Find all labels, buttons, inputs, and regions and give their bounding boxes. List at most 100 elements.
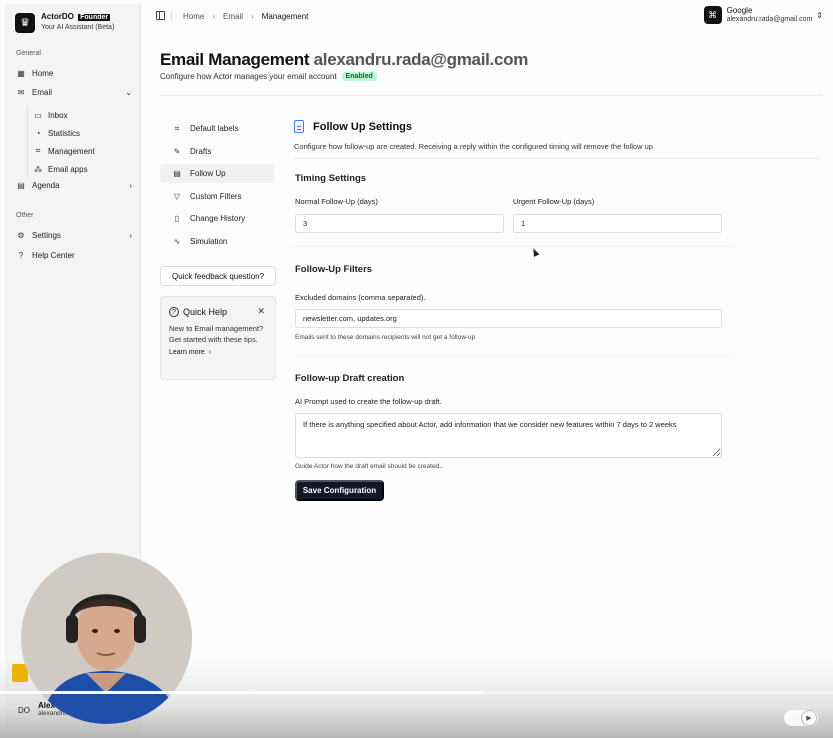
help-circle-icon: ? (169, 307, 179, 317)
subnav-default-labels[interactable]: ⌗ Default labels (160, 119, 274, 138)
top-bar: Home › Email › Management ⌘ Google alexa… (141, 0, 833, 34)
page-title-email: alexandru.rada@gmail.com (313, 50, 529, 69)
quick-help-title: Quick Help (183, 307, 228, 317)
learn-more-link[interactable]: Learn more › (169, 349, 267, 356)
breadcrumb-email[interactable]: Email (223, 12, 243, 21)
normal-followup-input[interactable] (295, 214, 504, 233)
learn-more-label: Learn more (169, 349, 205, 356)
sidebar-toggle-icon[interactable] (156, 11, 165, 20)
sidebar-item-statistics[interactable]: ◔ Statistics (33, 124, 95, 142)
section-general: General (16, 50, 41, 57)
close-icon[interactable]: ✕ (257, 306, 265, 317)
subnav-custom-filters[interactable]: ▽ Custom Filters (160, 187, 274, 206)
command-icon: ⌘ (703, 6, 722, 24)
account-email: alexandru.rada@gmail.com (726, 16, 813, 23)
chevron-right-icon: › (251, 12, 254, 21)
chevron-right-icon: › (129, 230, 132, 240)
avatar: DO (18, 705, 30, 715)
subnav-label: Change History (190, 214, 246, 223)
mail-stack-icon: ▤ (173, 169, 181, 178)
brand[interactable]: ♛ ActorDO Founder Your AI Assistant (Bet… (15, 12, 114, 33)
sidebar-item-email-apps[interactable]: ⁂ Email apps (33, 160, 95, 178)
section-other: Other (16, 212, 34, 219)
activity-icon: ∿ (173, 236, 181, 246)
page-subtitle: Configure how Actor manages your email a… (160, 72, 377, 81)
play-icon: ▶ (801, 710, 817, 726)
sidebar-item-label: Email apps (48, 164, 88, 174)
normal-followup-label: Normal Follow-Up (days) (295, 197, 378, 206)
page-subtitle-text: Configure how Actor manages your email a… (160, 72, 337, 81)
sidebar-item-management[interactable]: ⌗ Management (33, 142, 95, 160)
divider (294, 355, 734, 356)
ai-prompt-textarea[interactable]: If there is anything specified about Act… (295, 413, 722, 458)
status-badge: Enabled (341, 72, 377, 81)
settings-subnav: ⌗ Default labels ✎ Drafts ▤ Follow Up ▽ … (160, 119, 274, 254)
chevron-right-icon: › (212, 12, 216, 21)
divider (294, 158, 820, 159)
video-progress-fill (0, 691, 484, 694)
file-history-icon: ▯ (174, 214, 180, 223)
breadcrumb: Home › Email › Management (183, 12, 308, 21)
sidebar-item-label: Agenda (32, 180, 60, 190)
tag-icon: ⌗ (35, 146, 41, 155)
account-switcher[interactable]: ⌘ Google alexandru.rada@gmail.com ⇕ (703, 6, 823, 24)
subnav-change-history[interactable]: ▯ Change History (160, 209, 274, 228)
quick-help-header: ? Quick Help (169, 307, 267, 317)
chevrons-up-down-icon: ⇕ (816, 10, 823, 20)
excluded-domains-input[interactable] (295, 309, 722, 328)
tag-icon: ⌗ (174, 123, 180, 133)
subnav-label: Follow Up (190, 169, 226, 178)
subnav-drafts[interactable]: ✎ Drafts (160, 142, 274, 161)
account-name: Google (726, 6, 753, 15)
crown-icon: ♛ (15, 12, 35, 33)
brand-badge: Founder (78, 14, 111, 21)
calendar-icon: ▤ (17, 180, 25, 190)
chevron-right-icon: › (129, 180, 132, 190)
urgent-followup-label: Urgent Follow-Up (days) (513, 197, 595, 206)
mouse-cursor-icon (530, 247, 540, 257)
email-submenu: ▭ Inbox ◔ Statistics ⌗ Management ⁂ Emai… (27, 106, 95, 178)
urgent-followup-input[interactable] (513, 214, 722, 233)
ai-prompt-label: AI Prompt used to create the follow-up d… (295, 397, 442, 406)
home-icon: ▦ (17, 68, 25, 78)
sidebar-item-inbox[interactable]: ▭ Inbox (33, 106, 95, 124)
sidebar-item-label: Help Center (32, 250, 75, 260)
subnav-label: Drafts (190, 146, 212, 156)
quick-help-body: New to Email management? Get started wit… (169, 324, 264, 344)
sidebar-item-home[interactable]: ▦ Home (16, 66, 132, 80)
section-description: Configure how follow-up are created. Rec… (294, 142, 653, 151)
inbox-icon: ▭ (34, 110, 42, 120)
sidebar-item-agenda[interactable]: ▤ Agenda › (16, 178, 132, 192)
divider (160, 95, 822, 96)
sidebar-item-email[interactable]: ✉ Email ⌄ (16, 85, 132, 99)
brand-text: ActorDO Founder Your AI Assistant (Beta) (41, 12, 114, 33)
video-progress-bar[interactable] (0, 691, 833, 694)
account-text: Google alexandru.rada@gmail.com (727, 6, 813, 24)
sidebar-item-settings[interactable]: ⚙ Settings › (16, 228, 132, 242)
gear-icon: ⚙ (17, 230, 25, 240)
divider (171, 10, 172, 22)
apps-icon: ⁂ (34, 164, 42, 174)
subnav-label: Simulation (190, 236, 228, 246)
sidebar-item-label: Inbox (48, 110, 68, 120)
timing-heading: Timing Settings (295, 173, 367, 184)
draft-heading: Follow-up Draft creation (295, 373, 405, 384)
sidebar-item-label: Management (48, 146, 95, 156)
chevron-right-icon: › (206, 349, 212, 356)
chevron-down-icon: ⌄ (125, 87, 132, 97)
subnav-follow-up[interactable]: ▤ Follow Up (160, 164, 274, 183)
webcam-video (21, 553, 192, 724)
excluded-domains-label: Excluded domains (comma separated). (295, 293, 426, 302)
section-header: Follow Up Settings (294, 120, 412, 133)
subnav-simulation[interactable]: ∿ Simulation (160, 232, 274, 251)
sidebar-item-help-center[interactable]: ? Help Center (16, 248, 132, 262)
help-circle-icon: ? (18, 250, 24, 260)
feedback-button[interactable]: Quick feedback question? (160, 266, 276, 286)
breadcrumb-home[interactable]: Home (183, 12, 204, 21)
sidebar-item-label: Statistics (48, 128, 81, 138)
sidebar-item-label: Settings (32, 230, 61, 240)
pencil-icon: ✎ (173, 146, 181, 156)
save-configuration-button[interactable]: Save Configuration (295, 480, 384, 501)
divider (294, 246, 734, 247)
play-toggle[interactable]: ▶ (784, 710, 818, 726)
